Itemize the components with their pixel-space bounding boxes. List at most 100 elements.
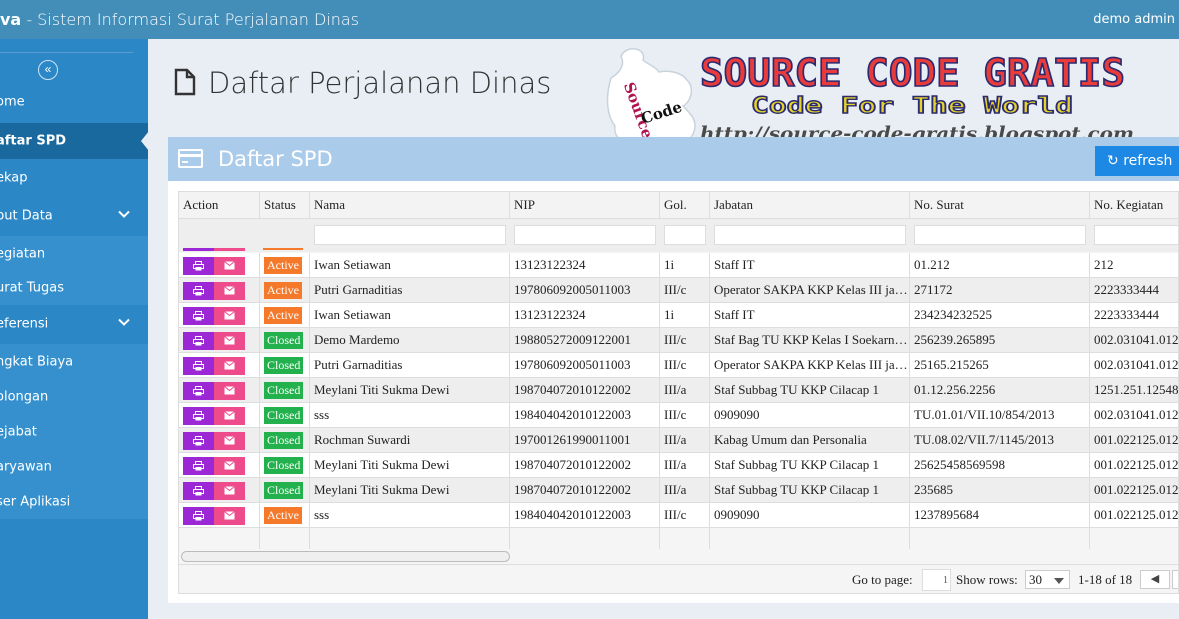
filter-input-jabatan[interactable] bbox=[714, 225, 906, 245]
sidebar-item-daftar-spd[interactable]: aftar SPD bbox=[0, 123, 148, 159]
cell-jabatan: Staff IT bbox=[710, 253, 910, 278]
page-title-text: Daftar Perjalanan Dinas bbox=[208, 66, 552, 100]
cell-nip: 13123122324 bbox=[510, 303, 660, 328]
mail-button[interactable] bbox=[214, 357, 245, 375]
sidebar-item-label: urat Tugas bbox=[0, 280, 64, 296]
print-button[interactable] bbox=[183, 407, 214, 425]
mail-button[interactable] bbox=[214, 282, 245, 300]
mail-button[interactable] bbox=[214, 482, 245, 500]
print-button[interactable] bbox=[183, 332, 214, 350]
rows-per-page-value: 30 bbox=[1029, 572, 1042, 587]
double-chevron-left-icon[interactable]: « bbox=[38, 60, 58, 80]
table-row[interactable]: Active Iwan Setiawan 13123122324 1i Staff IT… bbox=[179, 253, 1178, 278]
sidebar-item-referensi[interactable]: eferensi bbox=[0, 307, 148, 341]
sidebar-item-pejabat[interactable]: ejabat bbox=[0, 414, 148, 449]
cell-gol: III/c bbox=[660, 353, 710, 378]
cell-nip: 198704072010122002 bbox=[510, 378, 660, 403]
action-cell bbox=[179, 353, 260, 378]
sidebar-item-karyawan[interactable]: aryawan bbox=[0, 449, 148, 484]
print-button[interactable] bbox=[183, 307, 214, 325]
table-row[interactable]: Closed Rochman Suwardi 197001261990011001 I… bbox=[179, 428, 1178, 453]
column-header-no-surat[interactable]: No. Surat bbox=[910, 192, 1090, 218]
status-badge: Active bbox=[264, 507, 302, 524]
status-cell: Closed bbox=[260, 478, 310, 503]
cell-nip: 13123122324 bbox=[510, 253, 660, 278]
column-header-nama[interactable]: Nama bbox=[310, 192, 510, 218]
print-button[interactable] bbox=[183, 357, 214, 375]
goto-page-input[interactable]: 1 bbox=[922, 569, 951, 591]
mail-button[interactable] bbox=[214, 332, 245, 350]
mail-button[interactable] bbox=[214, 307, 245, 325]
rows-per-page-select[interactable]: 30 bbox=[1025, 570, 1070, 589]
sidebar-item-golongan[interactable]: olongan bbox=[0, 379, 148, 414]
cell-no-surat: TU.08.02/VII.7/1145/2013 bbox=[910, 428, 1090, 453]
cell-gol: III/a bbox=[660, 478, 710, 503]
sidebar-item-label: ser Aplikasi bbox=[0, 494, 71, 509]
print-button[interactable] bbox=[183, 257, 214, 275]
cell-nama: Meylani Titi Sukma Dewi bbox=[310, 478, 510, 503]
column-header-nip[interactable]: NIP bbox=[510, 192, 660, 218]
sidebar-divider bbox=[0, 52, 133, 53]
print-button[interactable] bbox=[183, 282, 214, 300]
next-page-button[interactable]: ▶ bbox=[1172, 570, 1178, 589]
mail-button[interactable] bbox=[214, 257, 245, 275]
sidebar-item-kegiatan[interactable]: egiatan bbox=[0, 236, 148, 271]
mail-button[interactable] bbox=[214, 407, 245, 425]
prev-page-button[interactable]: ◀ bbox=[1140, 570, 1170, 589]
column-header-jabatan[interactable]: Jabatan bbox=[710, 192, 910, 218]
sidebar-item-rekap[interactable]: ekap bbox=[0, 165, 148, 191]
table-row[interactable]: Active Iwan Setiawan 13123122324 1i Staff IT… bbox=[179, 303, 1178, 328]
filter-input-no-surat[interactable] bbox=[914, 225, 1086, 245]
cell-gol: III/a bbox=[660, 378, 710, 403]
column-header-action[interactable]: Action bbox=[179, 192, 260, 218]
refresh-button[interactable]: ↻ refresh bbox=[1095, 146, 1179, 176]
sidebar-item-tingkat-biaya[interactable]: ngkat Biaya bbox=[0, 344, 148, 379]
cell-jabatan: Kabag Umum dan Personalia bbox=[710, 428, 910, 453]
table-row[interactable]: Closed Meylani Titi Sukma Dewi 19870407201… bbox=[179, 453, 1178, 478]
status-badge: Closed bbox=[264, 482, 304, 499]
print-button[interactable] bbox=[183, 432, 214, 450]
mail-button[interactable] bbox=[214, 382, 245, 400]
sidebar-item-label: ejabat bbox=[0, 424, 37, 439]
cell-no-surat: TU.01.01/VII.10/854/2013 bbox=[910, 403, 1090, 428]
cell-jabatan: Operator SAKPA KKP Kelas III jakarta bbox=[710, 278, 910, 303]
column-header-gol[interactable]: Gol. bbox=[660, 192, 710, 218]
column-header-no-kegiatan[interactable]: No. Kegiatan bbox=[1090, 192, 1178, 218]
cell-no-kegiatan: 001.022125.012 bbox=[1090, 478, 1178, 503]
filter-input-no-kegiatan[interactable] bbox=[1094, 225, 1178, 245]
print-button[interactable] bbox=[183, 482, 214, 500]
sidebar-item-surat-tugas[interactable]: urat Tugas bbox=[0, 271, 148, 305]
grid-empty-cell bbox=[660, 523, 710, 549]
status-cell: Active bbox=[260, 303, 310, 328]
page-range: 1-18 of 18 bbox=[1078, 572, 1133, 587]
sidebar-item-label: egiatan bbox=[0, 246, 46, 261]
action-cell bbox=[179, 478, 260, 503]
status-badge: Closed bbox=[264, 407, 304, 424]
table-row[interactable]: Closed sss 198404042010122003 III/c 0909090 T… bbox=[179, 403, 1178, 428]
app-brand[interactable]: va - Sistem Informasi Surat Perjalanan D… bbox=[0, 10, 359, 29]
brand-bold: va bbox=[0, 10, 22, 29]
table-row[interactable]: Closed Demo Mardemo 198805272009122001 III/… bbox=[179, 328, 1178, 353]
status-badge: Closed bbox=[264, 457, 304, 474]
filter-input-nama[interactable] bbox=[314, 225, 506, 245]
cell-jabatan: Staf Subbag TU KKP Cilacap 1 bbox=[710, 478, 910, 503]
table-row[interactable]: Closed Meylani Titi Sukma Dewi 19870407201… bbox=[179, 378, 1178, 403]
sidebar-item-input-data[interactable]: put Data bbox=[0, 199, 148, 233]
user-menu[interactable]: demo admin bbox=[1093, 12, 1175, 27]
cell-no-kegiatan: 001.022125.012 bbox=[1090, 453, 1178, 478]
mail-button[interactable] bbox=[214, 432, 245, 450]
table-row[interactable]: Closed Putri Garnaditias 19780609200501100… bbox=[179, 353, 1178, 378]
table-row[interactable]: Active Putri Garnaditias 19780609200501100… bbox=[179, 278, 1178, 303]
column-header-status[interactable]: Status bbox=[260, 192, 310, 218]
table-row[interactable]: Closed Meylani Titi Sukma Dewi 19870407201… bbox=[179, 478, 1178, 503]
print-button[interactable] bbox=[183, 457, 214, 475]
cell-jabatan: Staf Subbag TU KKP Cilacap 1 bbox=[710, 453, 910, 478]
print-button[interactable] bbox=[183, 382, 214, 400]
cell-nip: 198805272009122001 bbox=[510, 328, 660, 353]
sidebar-item-home[interactable]: ome bbox=[0, 89, 148, 115]
filter-input-nip[interactable] bbox=[514, 225, 656, 245]
horizontal-scrollbar[interactable] bbox=[181, 551, 510, 562]
mail-button[interactable] bbox=[214, 457, 245, 475]
sidebar-item-user-aplikasi[interactable]: ser Aplikasi bbox=[0, 484, 148, 519]
filter-input-gol[interactable] bbox=[664, 225, 706, 245]
